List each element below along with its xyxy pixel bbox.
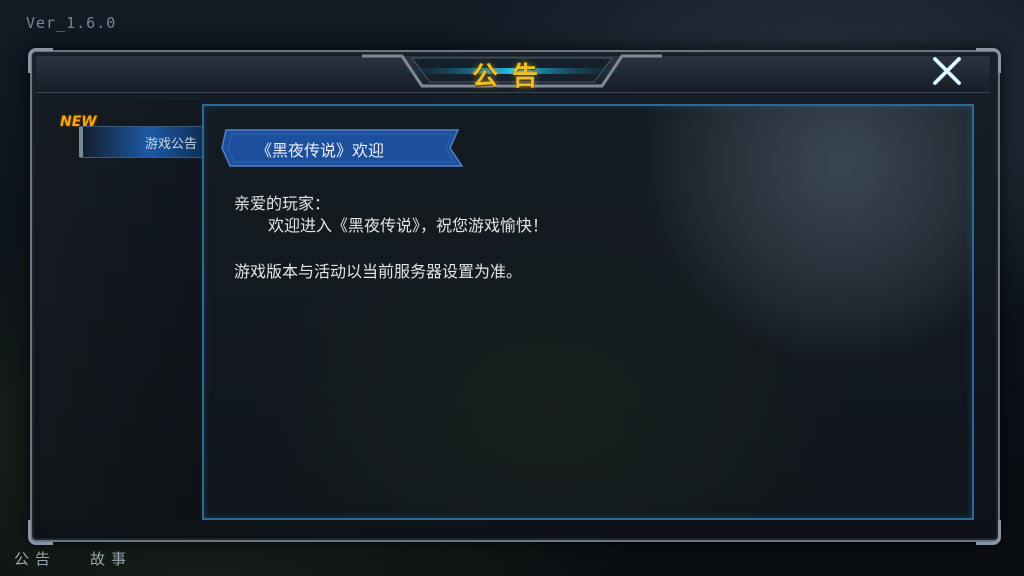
frame-corner-ornament	[28, 520, 53, 545]
close-button[interactable]	[928, 52, 966, 90]
sidebar-item-label: 游戏公告	[144, 137, 197, 152]
title-plate: 公告	[362, 48, 662, 94]
sidebar	[40, 100, 200, 520]
tab-story[interactable]: 故事	[90, 548, 132, 569]
frame-corner-ornament	[976, 520, 1001, 545]
version-label: Ver_1.6.0	[26, 14, 117, 32]
sidebar-item-game-announcement[interactable]: 游戏公告	[79, 126, 205, 158]
frame-corner-ornament	[28, 48, 53, 73]
bottom-tabs: 公告 故事	[14, 548, 132, 569]
tab-announcement[interactable]: 公告	[14, 548, 56, 569]
notice-text: 游戏版本与活动以当前服务器设置为准。	[234, 262, 523, 281]
announcement-heading: 《黑夜传说》欢迎	[256, 141, 385, 160]
greeting-text: 亲爱的玩家：	[234, 194, 331, 213]
frame-corner-ornament	[976, 48, 1001, 73]
announcement-heading-banner: 《黑夜传说》欢迎	[220, 126, 464, 170]
welcome-text: 欢迎进入《黑夜传说》，祝您游戏愉快！	[268, 216, 549, 235]
dialog-title: 公告	[471, 62, 552, 92]
close-icon	[933, 57, 961, 85]
